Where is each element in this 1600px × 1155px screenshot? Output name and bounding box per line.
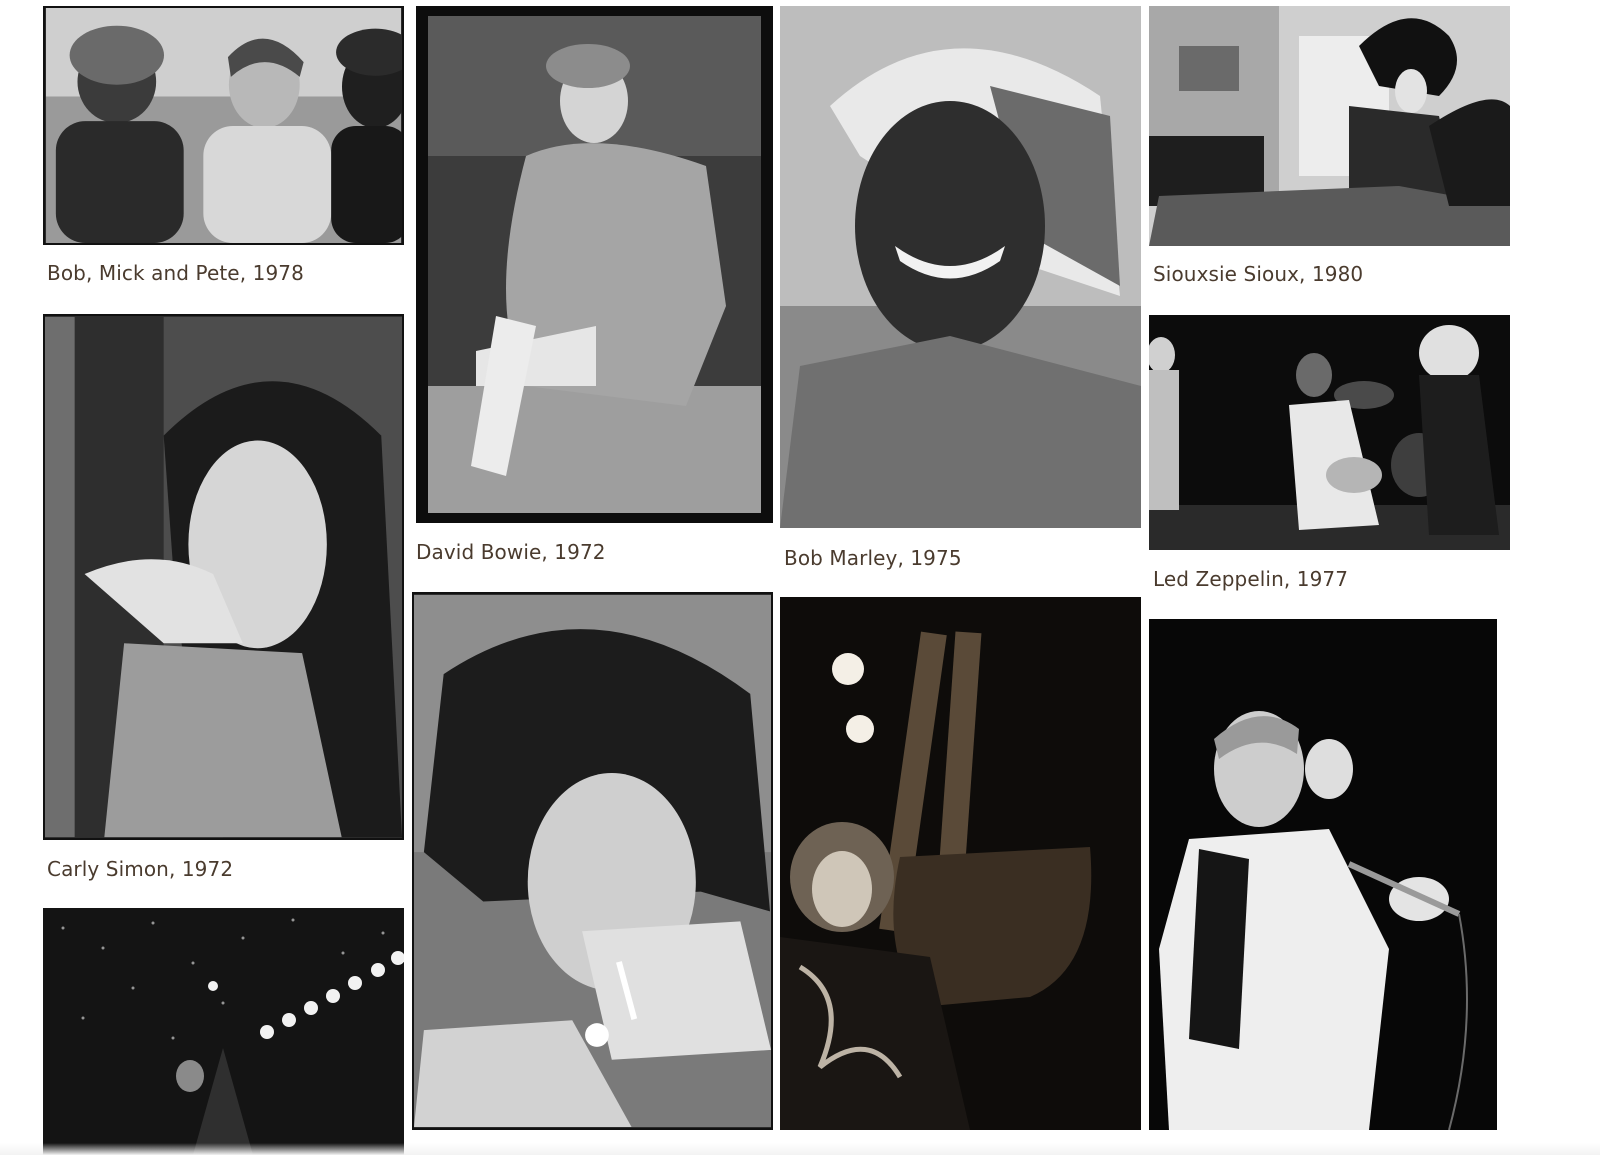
photo-image [1149, 315, 1510, 550]
photo-keith-richards[interactable] [412, 592, 773, 1130]
caption-carly-simon: Carly Simon, 1972 [47, 857, 234, 881]
page-bottom-edge [0, 1143, 1600, 1155]
photo-siouxsie-sioux[interactable] [1149, 6, 1510, 246]
photo-image [1149, 6, 1510, 246]
photo-bob-mick-pete[interactable] [43, 6, 404, 245]
caption-siouxsie-sioux: Siouxsie Sioux, 1980 [1153, 262, 1364, 286]
photo-image [46, 8, 402, 243]
photo-bob-marley-1975[interactable] [780, 6, 1141, 528]
photo-led-zeppelin[interactable] [1149, 315, 1510, 550]
photo-image [43, 908, 404, 1155]
photo-image [780, 597, 1141, 1130]
photo-image [414, 594, 771, 1128]
photo-concert-stage[interactable] [43, 908, 404, 1155]
photo-image [45, 316, 402, 838]
photo-carly-simon[interactable] [43, 314, 404, 840]
caption-led-zeppelin: Led Zeppelin, 1977 [1153, 567, 1349, 591]
caption-david-bowie: David Bowie, 1972 [416, 540, 606, 564]
photo-david-bowie-1972[interactable] [416, 6, 773, 523]
caption-bob-marley: Bob Marley, 1975 [784, 546, 962, 570]
photo-david-bowie-microphone[interactable] [1149, 619, 1497, 1130]
photo-image [428, 16, 761, 513]
photo-image [1149, 619, 1497, 1130]
caption-bob-mick-pete: Bob, Mick and Pete, 1978 [47, 261, 304, 285]
photo-image [780, 6, 1141, 528]
photo-jimmy-page-double-neck[interactable] [780, 597, 1141, 1130]
